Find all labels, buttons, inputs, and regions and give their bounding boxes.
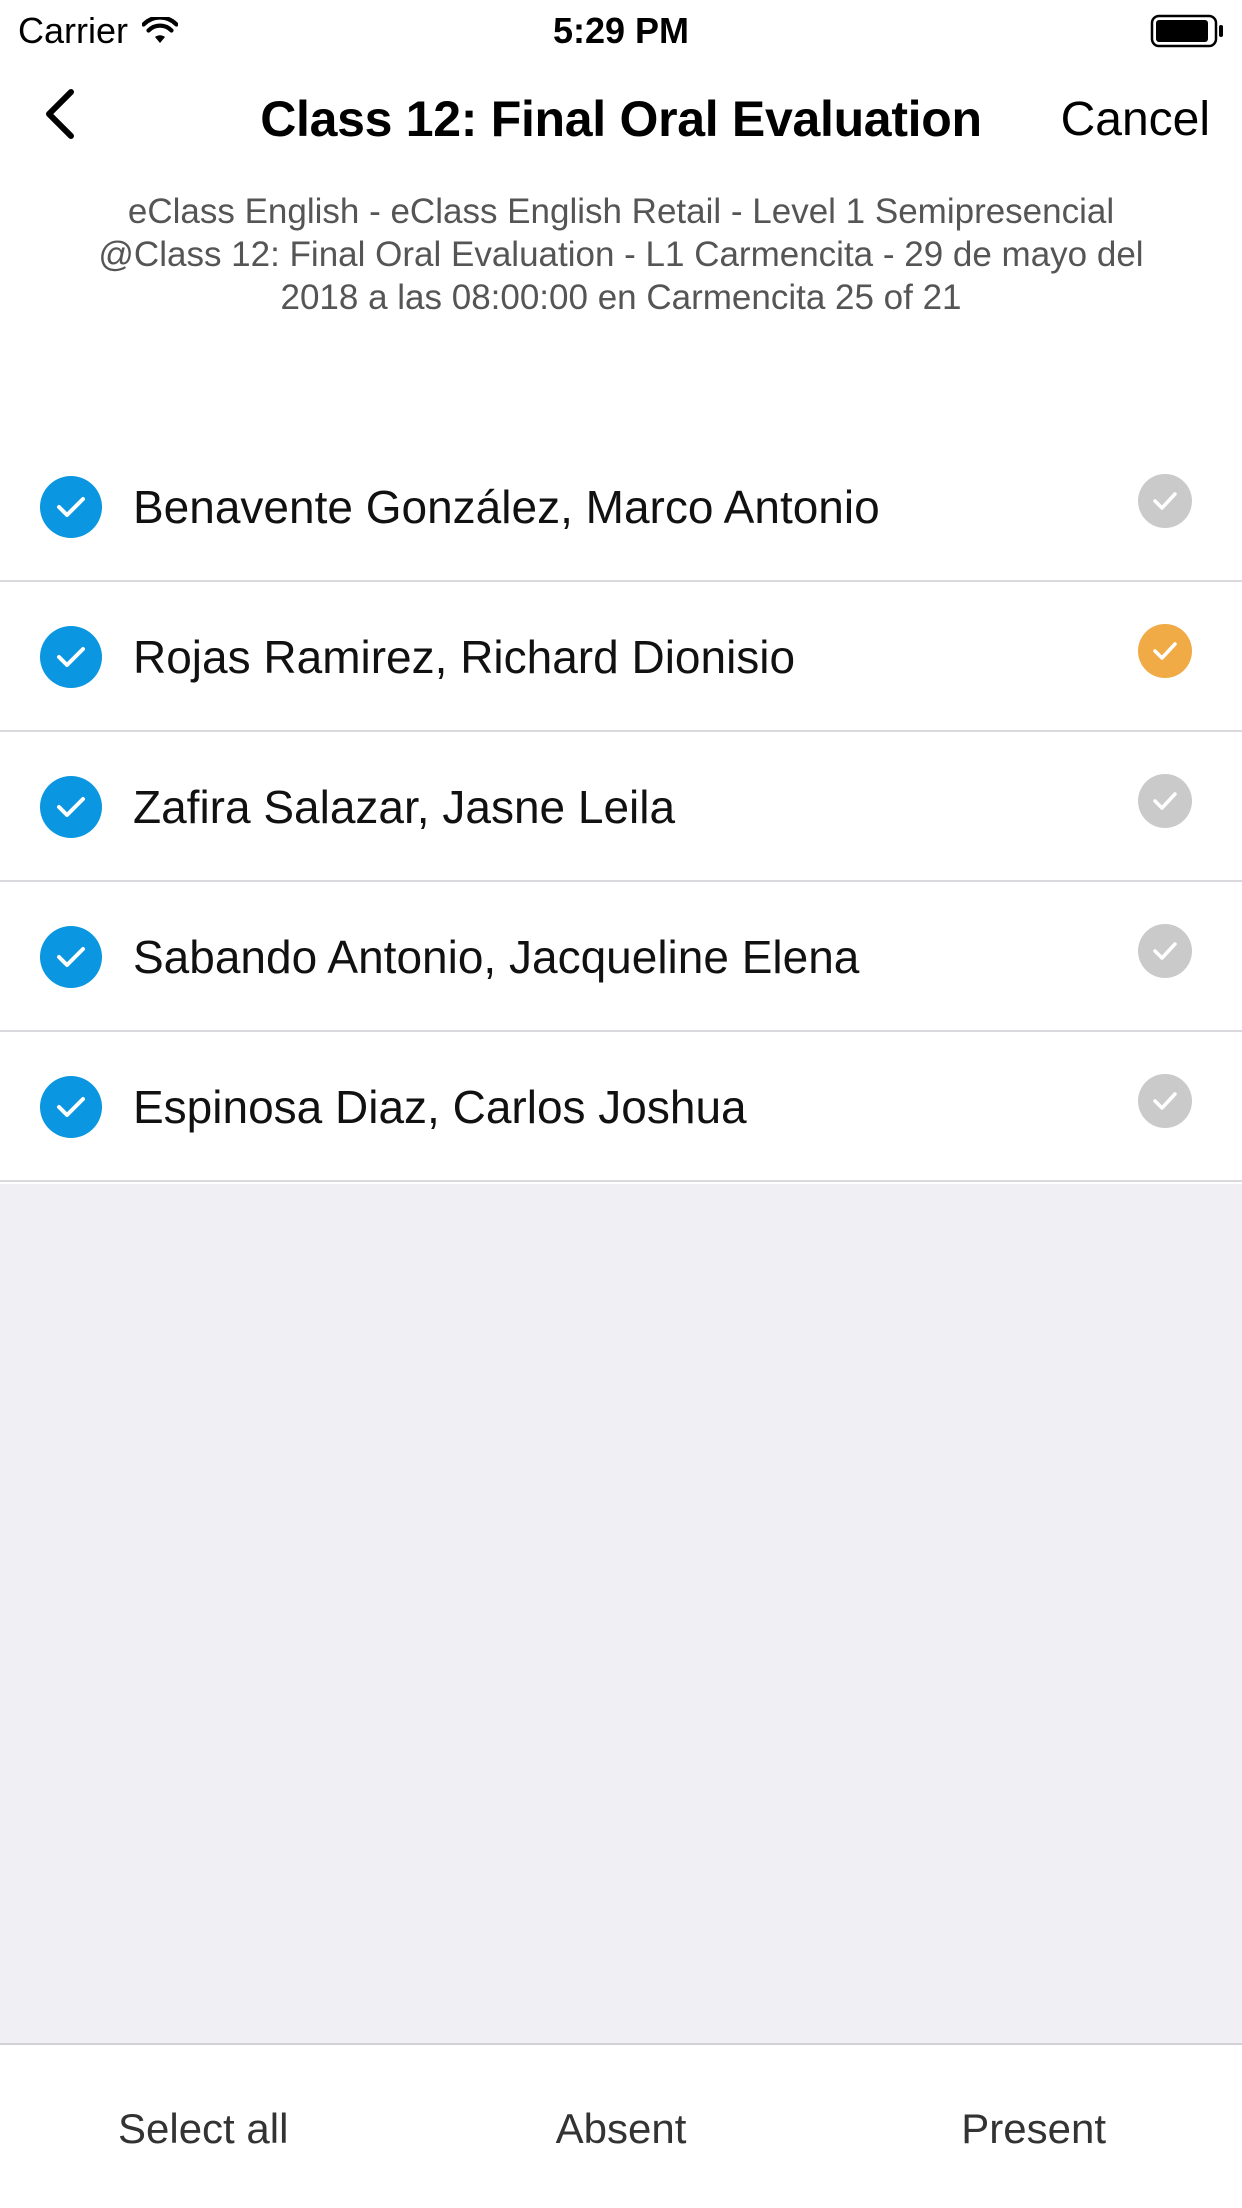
student-row[interactable]: Benavente González, Marco Antonio bbox=[0, 432, 1242, 582]
student-list: Benavente González, Marco Antonio Rojas … bbox=[0, 432, 1242, 1182]
bottom-toolbar: Select all Absent Present bbox=[0, 2043, 1242, 2208]
student-row[interactable]: Sabando Antonio, Jacqueline Elena bbox=[0, 882, 1242, 1032]
class-description-line: @Class 12: Final Oral Evaluation - L1 Ca… bbox=[98, 235, 1144, 274]
student-name: Espinosa Diaz, Carlos Joshua bbox=[133, 1081, 747, 1133]
selected-check-icon[interactable] bbox=[40, 776, 102, 838]
page-title: Class 12: Final Oral Evaluation bbox=[260, 91, 982, 147]
status-time: 5:29 PM bbox=[552, 10, 690, 51]
class-description-line: 2018 a las 08:00:00 en Carmencita 25 of … bbox=[280, 278, 962, 317]
attendance-check-icon[interactable] bbox=[1138, 474, 1192, 528]
class-description-line: eClass English - eClass English Retail -… bbox=[127, 192, 1115, 231]
attendance-check-icon[interactable] bbox=[1138, 1074, 1192, 1128]
navigation-bar: Class 12: Final Oral Evaluation Cancel bbox=[0, 72, 1242, 168]
attendance-check-icon[interactable] bbox=[1138, 774, 1192, 828]
present-button[interactable]: Present bbox=[961, 2105, 1106, 2153]
selected-check-icon[interactable] bbox=[40, 626, 102, 688]
empty-list-area bbox=[0, 1184, 1242, 2044]
student-name: Benavente González, Marco Antonio bbox=[133, 481, 880, 533]
student-name: Rojas Ramirez, Richard Dionisio bbox=[133, 631, 796, 683]
student-row[interactable]: Zafira Salazar, Jasne Leila bbox=[0, 732, 1242, 882]
student-row[interactable]: Espinosa Diaz, Carlos Joshua bbox=[0, 1032, 1242, 1182]
battery-icon bbox=[1150, 14, 1226, 53]
student-name: Sabando Antonio, Jacqueline Elena bbox=[133, 931, 860, 983]
attendance-check-icon[interactable] bbox=[1138, 924, 1192, 978]
student-name: Zafira Salazar, Jasne Leila bbox=[133, 781, 676, 833]
selected-check-icon[interactable] bbox=[40, 926, 102, 988]
cancel-button[interactable]: Cancel bbox=[1061, 92, 1210, 147]
attendance-check-icon[interactable] bbox=[1138, 624, 1192, 678]
status-bar: Carrier 5:29 PM bbox=[0, 0, 1242, 60]
student-row[interactable]: Rojas Ramirez, Richard Dionisio bbox=[0, 582, 1242, 732]
selected-check-icon[interactable] bbox=[40, 1076, 102, 1138]
selected-check-icon[interactable] bbox=[40, 476, 102, 538]
class-description: eClass English - eClass English Retail -… bbox=[40, 190, 1202, 319]
